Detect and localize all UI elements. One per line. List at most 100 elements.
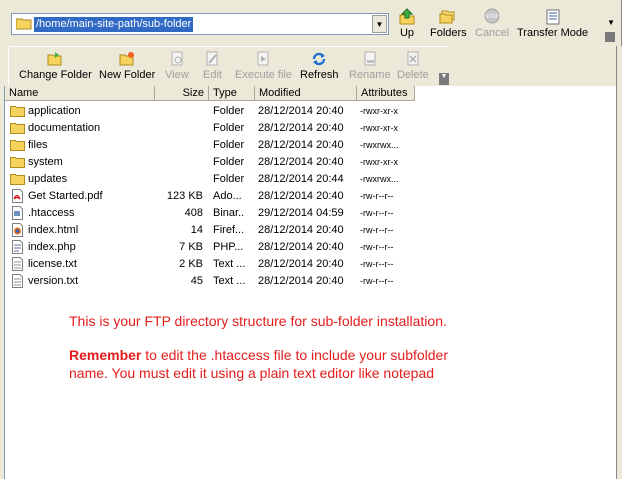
file-size: 123 KB (166, 190, 203, 202)
file-type: Text ... (213, 258, 245, 270)
file-modified: 28/12/2014 20:40 (258, 139, 344, 151)
file-modified: 28/12/2014 20:44 (258, 173, 344, 185)
change-folder-button[interactable]: Change Folder (19, 51, 92, 85)
new-folder-icon (119, 52, 135, 66)
rename-label: Rename (349, 69, 391, 81)
column-header-attributes[interactable]: Attributes (357, 86, 415, 101)
file-type: Text ... (213, 275, 245, 287)
file-type: Folder (213, 173, 245, 185)
toolbar-grip[interactable] (605, 32, 615, 42)
file-row[interactable]: Get Started.pdf 123 KB Ado... 28/12/2014 20… (5, 188, 415, 205)
text-icon (10, 274, 25, 288)
file-size: 14 (190, 224, 203, 236)
column-header-modified[interactable]: Modified (255, 86, 357, 101)
folders-label: Folders (430, 27, 467, 39)
execute-file-button[interactable]: Execute file (235, 51, 292, 85)
instruction-note-line2: Remember to edit the .htaccess file to i… (69, 346, 448, 364)
file-rows: application Folder 28/12/2014 20:40 -rwxr-x… (5, 103, 415, 290)
column-header-size[interactable]: Size (155, 86, 209, 101)
chevron-down-icon: ▼ (375, 19, 384, 29)
cancel-button[interactable]: STOP Cancel (475, 8, 509, 44)
file-row[interactable]: updates Folder 28/12/2014 20:44 -rwxrwx... (5, 171, 415, 188)
view-label: View (165, 69, 189, 81)
file-row[interactable]: index.php 7 KB PHP... 28/12/2014 20:40 -rw-r… (5, 239, 415, 256)
file-row[interactable]: version.txt 45 Text ... 28/12/2014 20:40 -rw… (5, 273, 415, 290)
instruction-note-line2-rest: to edit the .htaccess file to include yo… (141, 347, 448, 363)
file-modified: 28/12/2014 20:40 (258, 241, 344, 253)
file-toolbar: Change Folder New Folder View Edit Execu… (8, 46, 449, 86)
toolbar-overflow-icon[interactable]: ▼ (439, 73, 449, 85)
rename-button[interactable]: Rename (349, 51, 391, 85)
view-button[interactable]: View (165, 51, 189, 85)
file-name: application (28, 105, 81, 117)
new-folder-label: New Folder (99, 69, 156, 81)
file-modified: 28/12/2014 20:40 (258, 190, 344, 202)
execute-file-label: Execute file (235, 69, 292, 81)
file-icon (10, 206, 25, 220)
file-modified: 28/12/2014 20:40 (258, 122, 344, 134)
window-right-edge (616, 46, 622, 479)
column-header-name[interactable]: Name (5, 86, 155, 101)
instruction-note-line1: This is your FTP directory structure for… (69, 313, 447, 329)
up-label: Up (399, 27, 415, 39)
transfer-mode-icon (546, 9, 560, 25)
file-type: Folder (213, 156, 245, 168)
file-row[interactable]: documentation Folder 28/12/2014 20:40 -rwxr… (5, 120, 415, 137)
delete-label: Delete (397, 69, 429, 81)
file-attributes: -rw-r--r-- (360, 259, 394, 269)
file-type: PHP... (213, 241, 244, 253)
file-size: 7 KB (179, 241, 203, 253)
path-combobox[interactable]: /home/main-site-path/sub-folder ▼ (11, 13, 389, 35)
file-type: Firef... (213, 224, 245, 236)
file-name: updates (28, 173, 68, 185)
file-row[interactable]: index.html 14 Firef... 28/12/2014 20:40 -rw-… (5, 222, 415, 239)
folder-icon (10, 138, 25, 152)
file-attributes: -rwxrwx... (360, 174, 399, 184)
file-modified: 28/12/2014 20:40 (258, 105, 344, 117)
view-icon (171, 51, 183, 66)
file-row[interactable]: .htaccess 408 Binar... 29/12/2014 04:59 -rw-… (5, 205, 415, 222)
php-icon (10, 240, 25, 254)
instruction-note-line3: name. You must edit it using a plain tex… (69, 365, 435, 381)
file-type: Ado... (213, 190, 242, 202)
folders-icon (439, 10, 455, 24)
file-modified: 28/12/2014 20:40 (258, 156, 344, 168)
edit-button[interactable]: Edit (203, 51, 222, 85)
refresh-icon (313, 52, 326, 66)
delete-icon (407, 51, 419, 66)
up-button[interactable]: Up (398, 8, 416, 44)
delete-button[interactable]: Delete (397, 51, 429, 85)
file-attributes: -rw-r--r-- (360, 208, 394, 218)
path-dropdown-button[interactable]: ▼ (372, 15, 387, 33)
file-attributes: -rwxr-xr-x (360, 123, 398, 133)
file-modified: 28/12/2014 20:40 (258, 275, 344, 287)
file-attributes: -rwxrwx... (360, 140, 399, 150)
execute-icon (257, 51, 269, 66)
transfer-mode-button[interactable]: Transfer Mode (517, 8, 588, 44)
column-headers: Name Size Type Modified Attributes (5, 86, 415, 101)
toolbar-overflow-icon[interactable]: ▼ (607, 18, 615, 27)
refresh-button[interactable]: Refresh (300, 51, 339, 85)
refresh-label: Refresh (300, 69, 339, 81)
file-modified: 29/12/2014 04:59 (258, 207, 344, 219)
change-folder-label: Change Folder (19, 69, 92, 81)
file-name: documentation (28, 122, 101, 134)
new-folder-button[interactable]: New Folder (99, 51, 155, 85)
file-row[interactable]: license.txt 2 KB Text ... 28/12/2014 20:40-… (5, 256, 415, 273)
change-folder-icon (47, 52, 62, 66)
file-row[interactable]: files Folder 28/12/2014 20:40 -rwxrwx... (5, 137, 415, 154)
remember-word: Remember (69, 347, 142, 363)
folder-icon (10, 121, 25, 135)
file-size: 408 (184, 207, 203, 219)
cancel-label: Cancel (475, 27, 510, 39)
file-row[interactable]: application Folder 28/12/2014 20:40 -rwxr-x… (5, 103, 415, 120)
file-list[interactable]: Name Size Type Modified Attributes appli… (4, 86, 616, 479)
top-toolbar: /home/main-site-path/sub-folder ▼ Up Fol… (0, 0, 622, 46)
file-row[interactable]: system Folder 28/12/2014 20:40 -rwxr-xr-x (5, 154, 415, 171)
file-type: Folder (213, 105, 245, 117)
file-name: system (28, 156, 63, 168)
folders-button[interactable]: Folders (430, 8, 467, 44)
path-input[interactable]: /home/main-site-path/sub-folder (34, 17, 194, 32)
column-header-type[interactable]: Type (209, 86, 255, 101)
file-attributes: -rw-r--r-- (360, 276, 394, 286)
